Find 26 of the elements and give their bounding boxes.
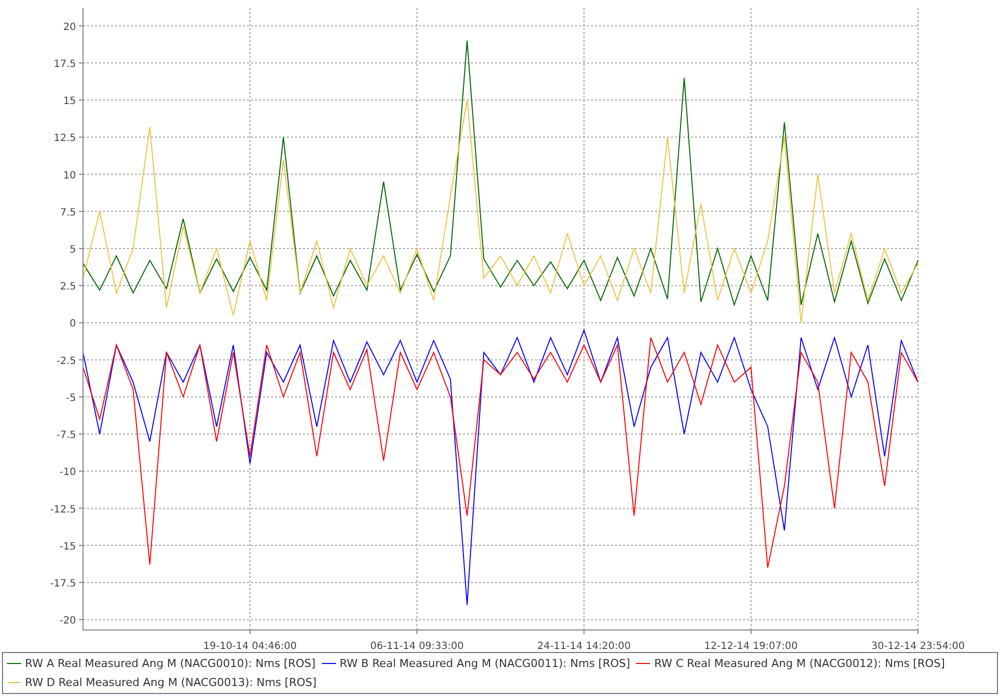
legend-label: RW A Real Measured Ang M (NACG0010): Nms [ROS]: [25, 656, 316, 672]
x-tick-label: 06-11-14 09:33:00: [370, 641, 464, 652]
x-tick-label: 30-12-14 23:54:00: [871, 641, 965, 652]
y-tick-label: -5: [66, 392, 76, 404]
y-tick-label: 20: [63, 22, 76, 33]
y-tick-label: 7.5: [60, 207, 76, 218]
y-tick-label: 5: [70, 244, 76, 256]
y-tick-label: -2.5: [56, 356, 76, 367]
y-tick-label: -7.5: [56, 430, 76, 442]
y-tick-label: 0: [70, 318, 76, 330]
y-tick-label: 10: [63, 170, 76, 182]
y-tick-label: 17.5: [54, 58, 76, 70]
legend-label: RW B Real Measured Ang M (NACG0011): Nms [ROS]: [340, 656, 630, 672]
x-tick-label: 24-11-14 14:20:00: [537, 641, 631, 652]
y-tick-label: 2.5: [60, 282, 76, 293]
legend-label: RW D Real Measured Ang M (NACG0013): Nms [ROS]: [25, 675, 317, 691]
x-tick-label: 19-10-14 04:46:00: [203, 641, 297, 652]
y-tick-label: -20: [60, 616, 76, 627]
y-tick-label: -17.5: [50, 578, 76, 590]
y-tick-label: -15: [60, 541, 76, 552]
y-tick-label: 12.5: [54, 133, 76, 144]
y-tick-label: -12.5: [50, 504, 76, 516]
legend-label: RW C Real Measured Ang M (NACG0012): Nms [ROS]: [654, 656, 945, 672]
y-tick-label: -10: [60, 467, 76, 478]
x-tick-label: 12-12-14 19:07:00: [704, 641, 798, 652]
y-tick-label: 15: [63, 96, 76, 108]
